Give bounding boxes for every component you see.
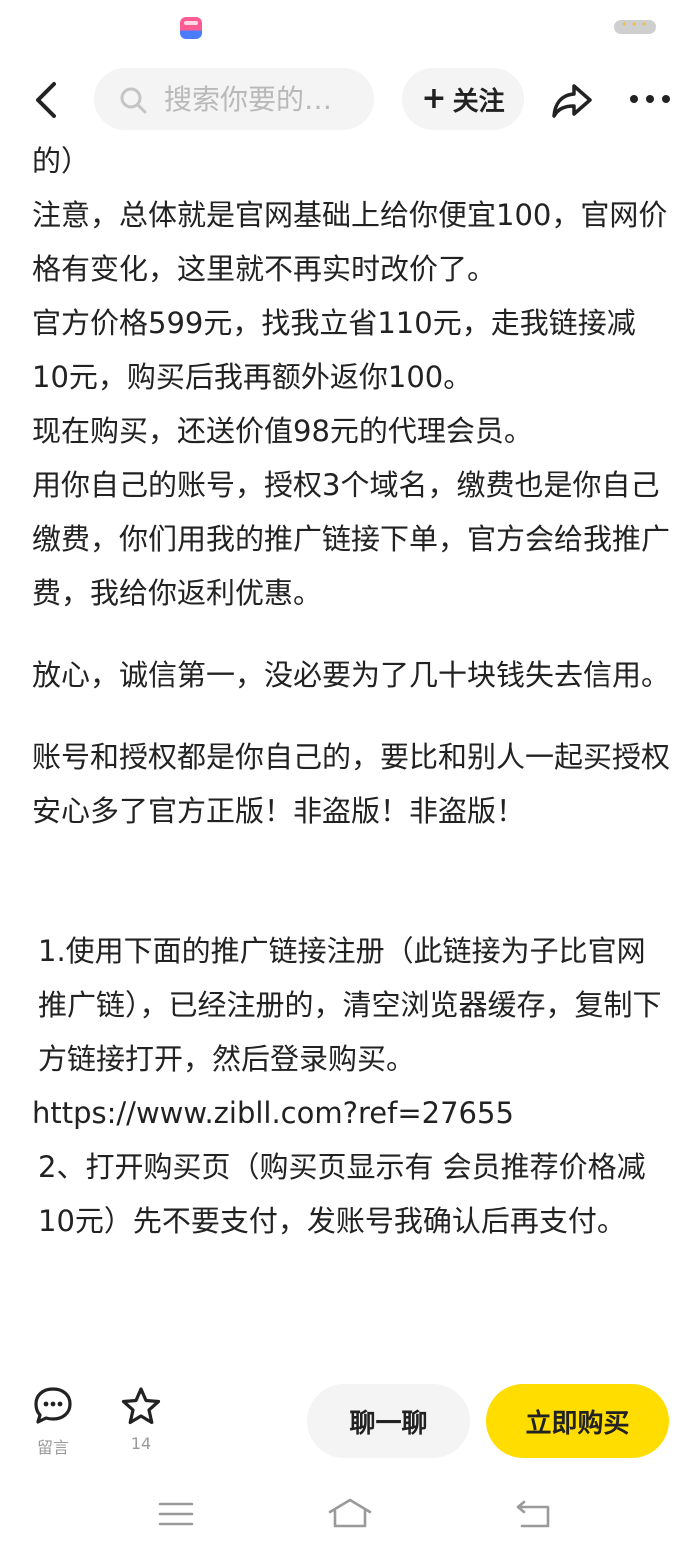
home-button[interactable] [326, 1496, 374, 1532]
article-body: 的） 注意，总体就是官网基础上给你便宜100，官网价格有变化，这里就不再实时改价… [32, 134, 672, 1248]
status-indicator-icon [614, 18, 656, 34]
dot-icon [630, 95, 638, 103]
search-box[interactable] [94, 68, 374, 130]
promo-link[interactable]: https://www.zibll.com?ref=27655 [32, 1086, 672, 1140]
follow-button[interactable]: + 关注 [402, 68, 524, 130]
chevron-left-icon [36, 82, 56, 118]
article-paragraph: 1.使用下面的推广链接注册（此链接为子比官网推广链），已经注册的，清空浏览器缓存… [38, 934, 662, 1076]
favorite-count: 14 [130, 1434, 152, 1453]
article-paragraph: 账号和授权都是你自己的，要比和别人一起买授权安心多了官方正版！非盗版！非盗版！ [32, 740, 671, 828]
chat-bubble-icon [34, 1387, 72, 1424]
back-arrow-icon [516, 1500, 550, 1528]
article-paragraph: 用你自己的账号，授权3个域名，缴费也是你自己缴费，你们用我的推广链接下单，官方会… [32, 468, 671, 610]
article-paragraph: 现在购买，还送价值98元的代理会员。 [32, 414, 533, 448]
favorite-button[interactable]: 14 [116, 1384, 166, 1453]
dot-icon [646, 95, 654, 103]
menu-icon [158, 1502, 194, 1526]
article-paragraph: 注意，总体就是官网基础上给你便宜100，官网价格有变化，这里就不再实时改价了。 [32, 198, 668, 286]
article-paragraph: 放心，诚信第一，没必要为了几十块钱失去信用。 [32, 658, 671, 692]
chat-button[interactable]: 聊一聊 [307, 1384, 470, 1458]
article-paragraph: 的） [32, 144, 91, 178]
app-notification-icon [180, 17, 202, 39]
article-paragraph: 官方价格599元，找我立省110元，走我链接减10元，购买后我再额外返你100。 [32, 306, 636, 394]
system-navigation-bar [0, 1490, 700, 1540]
follow-label: 关注 [452, 86, 505, 117]
comment-label: 留言 [36, 1438, 69, 1457]
home-icon [328, 1498, 372, 1528]
search-input[interactable] [164, 76, 364, 122]
bottom-action-bar: 留言 14 聊一聊 立即购买 [0, 1380, 700, 1466]
more-options-button[interactable] [626, 84, 674, 114]
dot-icon [662, 95, 670, 103]
back-system-button[interactable] [514, 1496, 554, 1532]
search-icon [120, 87, 147, 114]
top-navigation: + 关注 [0, 64, 700, 134]
status-bar [0, 0, 700, 60]
back-button[interactable] [22, 74, 74, 126]
recent-apps-button[interactable] [156, 1496, 196, 1532]
star-icon [121, 1387, 161, 1425]
buy-now-button[interactable]: 立即购买 [486, 1384, 669, 1458]
article-paragraph: 2、打开购买页（购买页显示有 会员推荐价格减10元）先不要支付，发账号我确认后再… [38, 1150, 646, 1238]
share-icon [552, 84, 592, 118]
plus-icon: + [421, 81, 447, 116]
comment-button[interactable]: 留言 [28, 1384, 78, 1458]
share-button[interactable] [548, 76, 596, 124]
